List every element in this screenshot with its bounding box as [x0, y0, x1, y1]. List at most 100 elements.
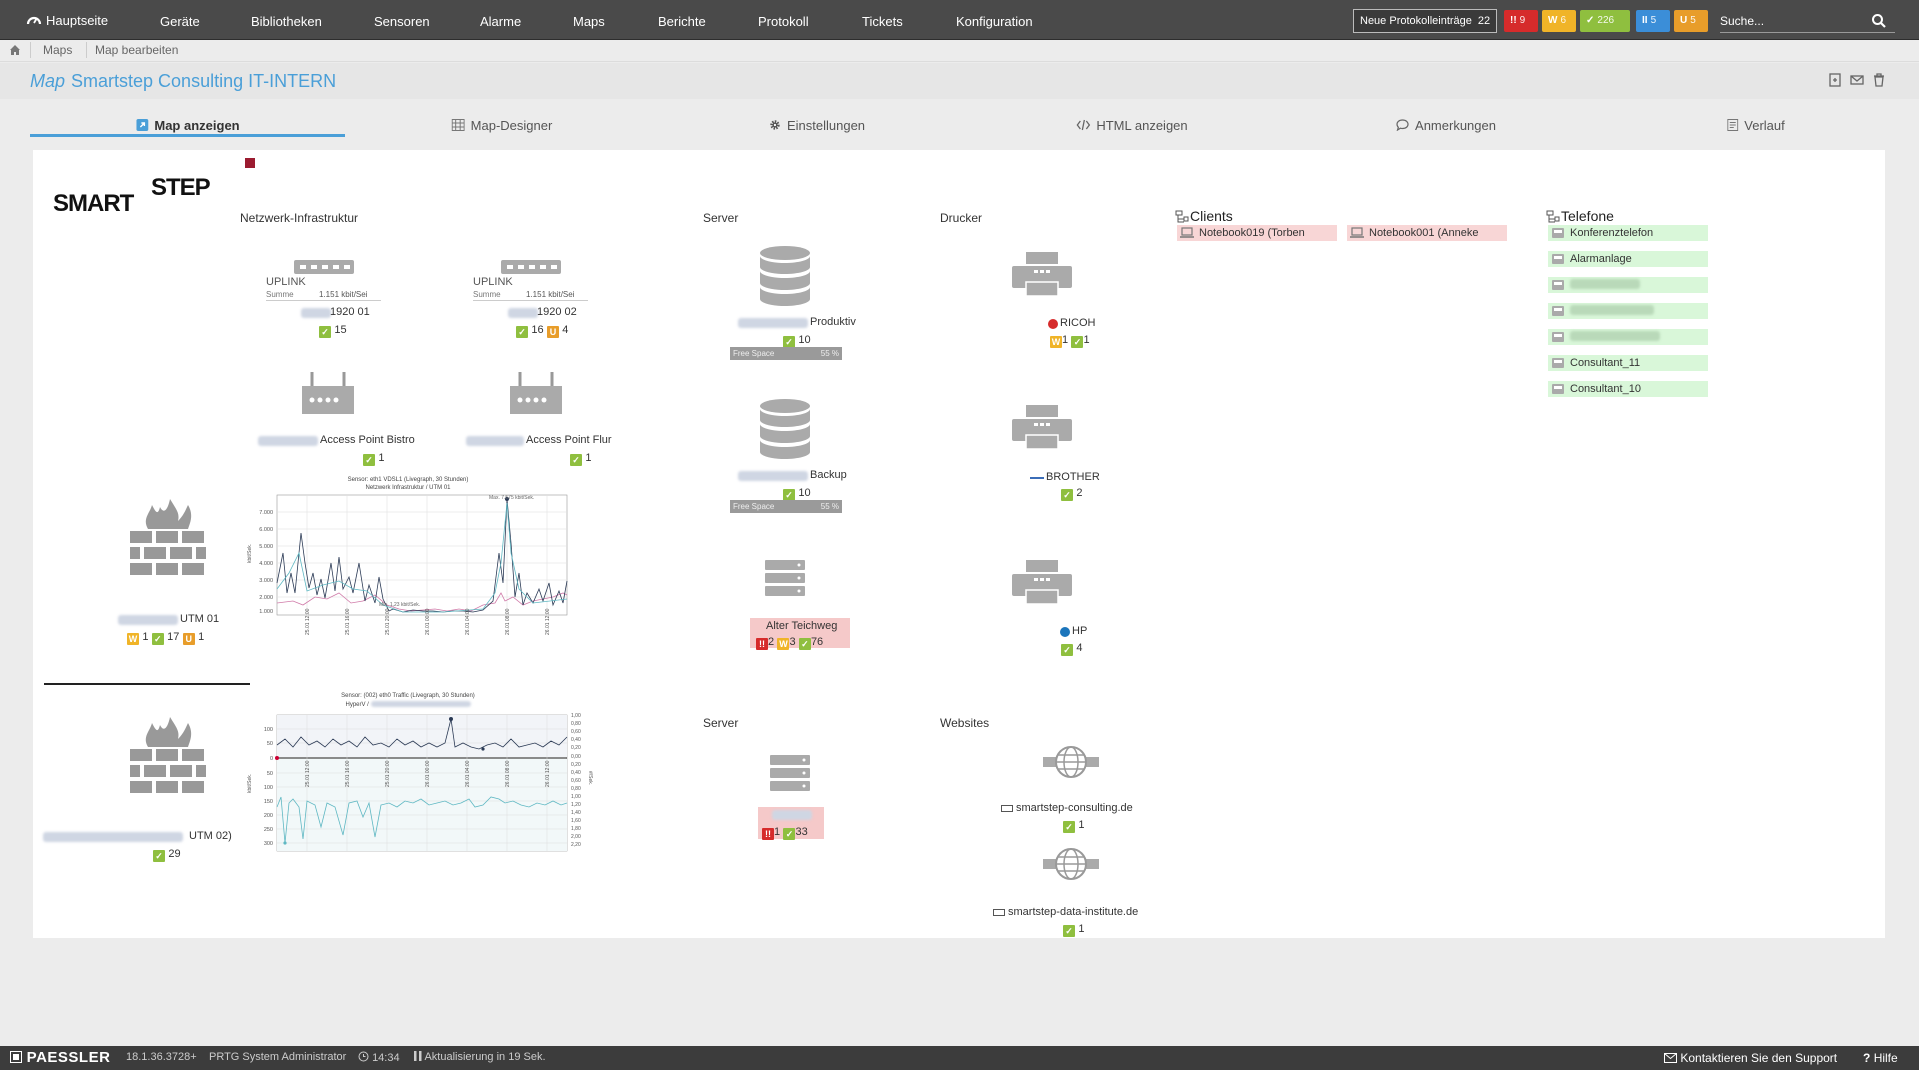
nav-alarms[interactable]: Alarme — [480, 0, 521, 40]
tab-label: Anmerkungen — [1415, 117, 1496, 133]
y-tick-right: 0,60 — [571, 778, 581, 784]
footer-brand: PAESSLER — [10, 1049, 110, 1066]
home-icon[interactable] — [9, 44, 21, 56]
graph-max-label: Max. 7.575 kbit/Sek. — [489, 495, 534, 501]
server-alter-teichweg[interactable]: Alter Teichweg !! 2 W3 ✓ 76 — [728, 560, 878, 670]
nav-tickets[interactable]: Tickets — [862, 0, 903, 40]
nav-home[interactable]: Hauptseite — [26, 0, 108, 40]
printer-icon — [1012, 405, 1072, 450]
printer-brother[interactable]: BROTHER ✓ 2 — [1008, 405, 1128, 505]
phone-redacted-3[interactable] — [1548, 329, 1708, 345]
code-icon — [1076, 119, 1091, 131]
y-tick-right: 2,00 — [571, 834, 581, 840]
unusual-icon: U — [546, 326, 559, 338]
ok-count: 33 — [795, 826, 808, 838]
server-productive[interactable]: Produktiv ✓ 10 Free Space 55 % — [728, 245, 878, 360]
router-icon — [302, 372, 354, 414]
printer-hp[interactable]: HP ✓ 4 — [1008, 560, 1108, 660]
tab-map-designer[interactable]: Map-Designer — [451, 112, 552, 138]
live-graph-utm01[interactable]: Sensor: eth1 VDSL1 (Livegraph, 30 Stunde… — [243, 477, 583, 672]
check-icon: ✓ — [1071, 336, 1084, 348]
clock-icon — [358, 1051, 369, 1062]
badge-key: W — [1548, 15, 1558, 26]
server-rack-icon — [770, 755, 810, 791]
nav-maps[interactable]: Maps — [573, 0, 605, 40]
firewall-utm-02[interactable]: UTM 02) ✓ 29 — [43, 713, 263, 863]
switch-icon — [294, 260, 354, 274]
footer-user[interactable]: PRTG System Administrator — [209, 1051, 346, 1063]
device-name: smartstep-consulting.de — [1016, 802, 1133, 814]
client-notebook019[interactable]: Notebook019 (Torben — [1177, 225, 1337, 241]
map-canvas: SMART STEP Netzwerk-Infrastruktur Server… — [33, 150, 1885, 938]
access-point-floor[interactable]: Access Point Flur ✓ 1 — [466, 370, 646, 466]
website-smartstep-data-institute[interactable]: smartstep-data-institute.de ✓ 1 — [963, 847, 1183, 942]
printer-icon — [1012, 252, 1072, 297]
y-tick: 7.000 — [259, 510, 273, 516]
free-space-bar: Free Space 55 % — [730, 347, 842, 360]
nav-devices[interactable]: Geräte — [160, 0, 200, 40]
client-notebook001[interactable]: Notebook001 (Anneke — [1347, 225, 1507, 241]
server-backup[interactable]: Backup ✓ 10 Free Space 55 % — [728, 398, 878, 513]
bar-label: Free Space — [733, 502, 775, 511]
tab-settings[interactable]: Einstellungen — [769, 112, 865, 138]
tab-html[interactable]: HTML anzeigen — [1076, 112, 1188, 138]
unusual-icon: U — [182, 633, 195, 645]
server-hyperv[interactable]: !! 1 ✓ 33 — [758, 755, 868, 855]
server-alert-box: !! 1 ✓ 33 — [758, 807, 824, 840]
phone-conference[interactable]: Konferenztelefon — [1548, 225, 1708, 241]
footer-time: 14:34 — [358, 1051, 400, 1064]
breadcrumb-maps[interactable]: Maps — [43, 43, 72, 57]
status-badge-warning[interactable]: W6 — [1542, 10, 1576, 32]
switch-1920-01[interactable]: UPLINK Summe 1.151 kbit/Sei 1920 01 ✓ 15 — [266, 260, 386, 340]
check-icon: ✓ — [1063, 821, 1075, 833]
web-icon — [993, 909, 1005, 916]
status-badge-paused[interactable]: II 5 — [1636, 10, 1670, 32]
nav-reports[interactable]: Berichte — [658, 0, 706, 40]
group-icon — [1546, 210, 1560, 223]
status-badge-unusual[interactable]: U5 — [1674, 10, 1708, 32]
status-badge-up[interactable]: ✓ 226 — [1580, 10, 1630, 32]
phone-redacted-1[interactable] — [1548, 277, 1708, 293]
section-network: Netzwerk-Infrastruktur — [240, 211, 359, 225]
footer: PAESSLER 18.1.36.3728+ PRTG System Admin… — [0, 1046, 1919, 1070]
top-navigation-bar: Hauptseite Geräte Bibliotheken Sensoren … — [0, 0, 1919, 40]
title-bar: Map Smartstep Consulting IT-INTERN — [0, 63, 1919, 99]
new-log-entries-button[interactable]: Neue Protokolleinträge 22 — [1353, 9, 1498, 33]
ok-count: 10 — [798, 487, 811, 499]
footer-refresh[interactable]: Aktualisierung in 19 Sek. — [414, 1051, 546, 1063]
export-icon[interactable] — [1828, 73, 1842, 87]
search-input[interactable] — [1720, 9, 1895, 33]
nav-libraries[interactable]: Bibliotheken — [251, 0, 322, 40]
phone-redacted-2[interactable] — [1548, 303, 1708, 319]
status-badge-down[interactable]: !! 9 — [1504, 10, 1538, 32]
email-icon[interactable] — [1850, 73, 1864, 87]
tab-comments[interactable]: Anmerkungen — [1396, 112, 1496, 138]
access-point-bistro[interactable]: Access Point Bistro ✓ 1 — [258, 370, 438, 466]
prtg-logo-icon — [26, 16, 42, 25]
nav-setup[interactable]: Konfiguration — [956, 0, 1033, 40]
switch-1920-02[interactable]: UPLINK Summe 1.151 kbit/Sei 1920 02 ✓ 16… — [473, 260, 593, 340]
footer-help-link[interactable]: ? Hilfe — [1863, 1051, 1898, 1065]
device-name: 1920 02 — [537, 306, 577, 318]
y-tick-right: 0,20 — [571, 762, 581, 768]
phone-consultant-11[interactable]: Consultant_11 — [1548, 355, 1708, 371]
tab-history[interactable]: Verlauf — [1727, 112, 1785, 138]
phone-consultant-10[interactable]: Consultant_10 — [1548, 381, 1708, 397]
nav-logs[interactable]: Protokoll — [758, 0, 809, 40]
breadcrumb-edit-map[interactable]: Map bearbeiten — [95, 43, 178, 57]
trash-icon[interactable] — [1872, 73, 1886, 87]
live-graph-hyperv[interactable]: Sensor: (002) eth0 Traffic (Livegraph, 3… — [243, 693, 593, 893]
nav-sensors[interactable]: Sensoren — [374, 0, 430, 40]
website-smartstep-consulting[interactable]: smartstep-consulting.de ✓ 1 — [963, 745, 1163, 840]
printer-ricoh[interactable]: RICOH W1 ✓ 1 — [1008, 252, 1108, 352]
y-tick-right: 1,40 — [571, 810, 581, 816]
footer-version: 18.1.36.3728+ — [126, 1051, 197, 1063]
search-icon[interactable] — [1871, 13, 1887, 29]
x-tick: 26.01 04:00 — [465, 760, 471, 787]
firewall-utm-01[interactable]: UTM 01 W 1 ✓ 17 U 1 — [83, 495, 233, 645]
phone-alarm[interactable]: Alarmanlage — [1548, 251, 1708, 267]
footer-support-link[interactable]: Kontaktieren Sie den Support — [1664, 1051, 1837, 1065]
badge-value: 5 — [1650, 15, 1657, 26]
warning-count: 3 — [789, 636, 796, 648]
badge-value: 5 — [1690, 15, 1696, 26]
